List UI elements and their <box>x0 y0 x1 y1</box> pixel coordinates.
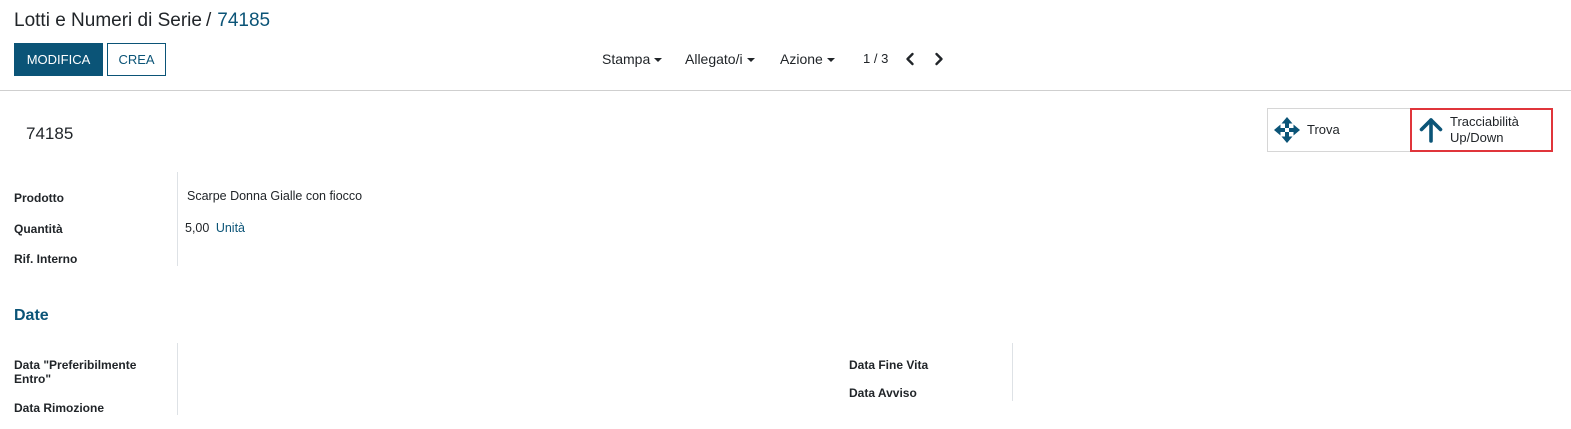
caret-down-icon <box>746 58 755 62</box>
caret-down-icon <box>654 58 663 62</box>
quantity-field: 5,00 Unità <box>185 221 245 235</box>
quantity-label: Quantità <box>14 222 63 236</box>
breadcrumb: Lotti e Numeri di Serie/74185 <box>14 8 270 34</box>
alert-date-label: Data Avviso <box>849 386 917 400</box>
product-label: Prodotto <box>14 191 64 205</box>
caret-down-icon <box>826 58 835 62</box>
product-value[interactable]: Scarpe Donna Gialle con fiocco <box>187 189 362 203</box>
removal-date-label: Data Rimozione <box>14 401 105 415</box>
quantity-value: 5,00 <box>185 221 210 235</box>
breadcrumb-separator: / <box>205 10 212 31</box>
traceability-button[interactable]: Tracciabilità Up/Down <box>1410 108 1553 152</box>
breadcrumb-parent[interactable]: Lotti e Numeri di Serie <box>14 10 202 31</box>
internal-ref-label: Rif. Interno <box>14 252 78 266</box>
print-menu-label: Stampa <box>602 51 651 67</box>
breadcrumb-current: 74185 <box>217 10 271 31</box>
end-of-life-label: Data Fine Vita <box>849 358 929 372</box>
dates-section-title: Date <box>14 307 49 324</box>
dates-left-separator <box>177 343 178 415</box>
attachments-menu-label: Allegato/i <box>685 51 743 67</box>
quantity-uom[interactable]: Unità <box>216 221 245 235</box>
dates-right-separator <box>1012 343 1013 401</box>
arrow-up-icon <box>1419 118 1443 143</box>
label-separator <box>177 172 178 266</box>
best-before-label: Data "Preferibilmente Entro" <box>14 358 137 386</box>
find-button[interactable]: Trova <box>1267 108 1410 152</box>
action-menu-label: Azione <box>780 51 823 67</box>
create-button[interactable]: CREA <box>107 43 166 76</box>
control-panel-divider <box>0 90 1571 91</box>
pager-previous-button[interactable] <box>901 49 919 69</box>
find-button-label: Trova <box>1307 122 1340 137</box>
traceability-button-label: Tracciabilità Up/Down <box>1450 114 1519 145</box>
attachments-menu[interactable]: Allegato/i <box>685 51 755 67</box>
chevron-left-icon <box>906 52 914 66</box>
chevron-right-icon <box>935 52 943 66</box>
pager-value[interactable]: 1 / 3 <box>863 51 888 66</box>
print-menu[interactable]: Stampa <box>602 51 663 67</box>
record-title: 74185 <box>26 124 74 143</box>
pager-next-button[interactable] <box>930 49 948 69</box>
edit-button[interactable]: MODIFICA <box>14 43 103 76</box>
arrows-move-icon <box>1274 117 1300 143</box>
action-menu[interactable]: Azione <box>780 51 835 67</box>
